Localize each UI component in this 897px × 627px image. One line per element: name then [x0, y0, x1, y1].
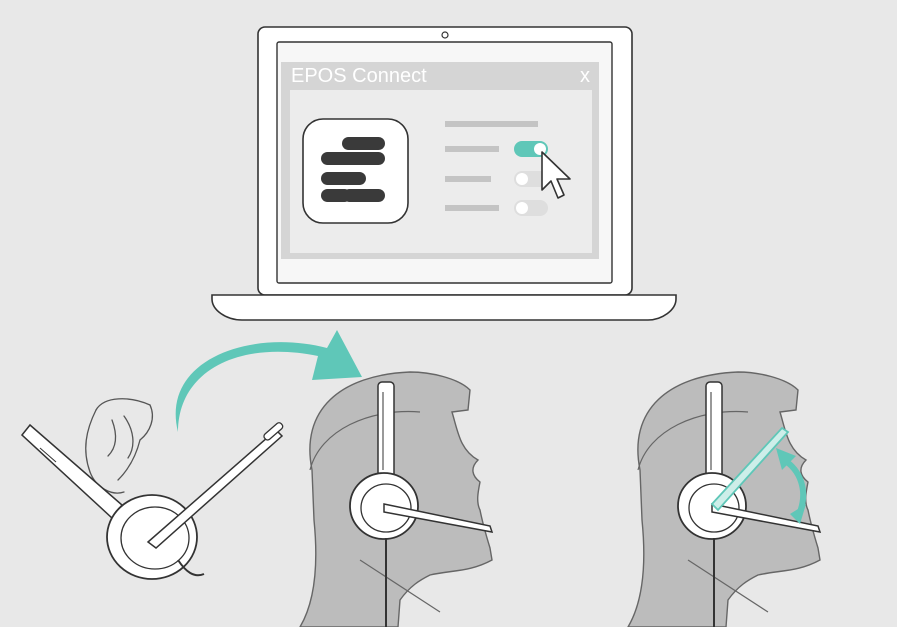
- setting-label-2: [445, 176, 491, 182]
- setting-label-1: [445, 146, 499, 152]
- setting-toggle-3[interactable]: [514, 200, 548, 216]
- window-title: EPOS Connect: [291, 65, 427, 87]
- setting-header-line: [445, 121, 538, 127]
- setting-label-3: [445, 205, 499, 211]
- illustration-canvas: EPOS Connect x: [0, 0, 897, 627]
- window-close-button[interactable]: x: [580, 65, 590, 87]
- app-logo-icon: [302, 118, 409, 224]
